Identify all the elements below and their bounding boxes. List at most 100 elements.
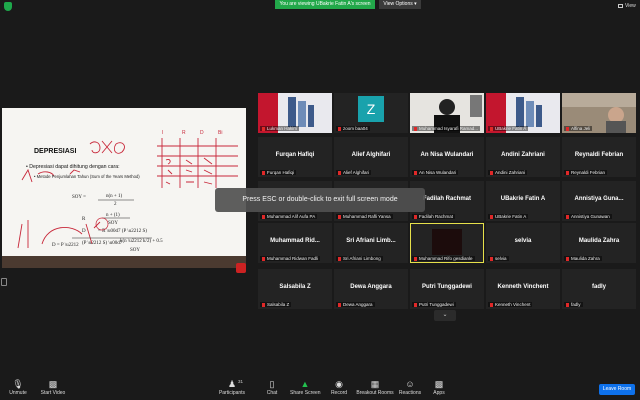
participant-tile[interactable]: Dewa Anggara Dewa Anggara [334,269,408,309]
participant-tile[interactable]: Muhammad Isyarafi Ramad... [410,93,484,133]
participant-tile[interactable]: Zzoom baa04 [334,93,408,133]
participant-tile[interactable]: UBakrie Fatin A UBakrie Fatin A [486,181,560,221]
unmute-button[interactable]: 🎙 Unmute [6,380,30,397]
participant-display-name: Kenneth Vinchent [497,284,549,290]
next-page-chevron-icon[interactable]: ⌄ [434,310,456,321]
participant-display-name: Furqan Hafiqi [275,152,315,158]
shared-screen[interactable]: SOY = n(n + 1) 2 R n + (1) SOY D = R \u0… [2,108,246,268]
chat-button[interactable]: ▯ Chat [262,379,282,397]
participant-tile[interactable]: Kenneth Vinchent Kenneth Vinchent [486,269,560,309]
participant-name-label: Muhammad Ridwan Fadli [260,256,321,261]
participant-tile[interactable]: selvia selvia [486,223,560,263]
participant-display-name: Alief Alghifari [351,152,391,158]
mic-muted-icon [566,126,569,131]
participant-name-text: selvia [495,256,507,261]
participant-tile[interactable]: Alief Alghifari Alief Alghifari [334,137,408,177]
participant-name-label: Dewa Anggara [336,302,375,307]
svg-text:(P \u2212 S) \u00d7: (P \u2212 S) \u00d7 [82,241,123,246]
participant-name-label: Putri Tunggadewi [412,302,456,307]
svg-text:D = P \u2212: D = P \u2212 [52,243,79,248]
participant-name-label: An Nisa Wulandari [412,170,459,175]
participant-tile[interactable]: Reynaldi Febrian Reynaldi Febrian [562,137,636,177]
participant-name-text: Muhammad Rifo gesdianle [419,256,473,261]
participant-name-text: Kenneth Vinchent [495,302,531,307]
start-video-button[interactable]: ▩ Start Video [36,379,70,397]
participant-display-name: Andini Zahriani [501,152,545,158]
side-panel-toggle[interactable] [1,278,7,286]
participant-name-text: Muhammad Ridwan Fadli [267,256,319,261]
mic-muted-icon [338,214,341,219]
participants-label: Participants [218,390,246,396]
participant-display-name: Reynaldi Febrian [574,152,624,158]
participant-name-label: Muhammad Rifo gesdianle [412,256,475,261]
svg-text:D: D [82,229,86,234]
participant-tile[interactable]: UBakrie Fatin A [486,93,560,133]
mic-muted-icon [338,170,341,175]
svg-text:k(n \u2212 k/2) + 0.5: k(n \u2212 k/2) + 0.5 [120,239,163,244]
apps-icon: ▩ [434,379,444,389]
view-options-button[interactable]: View Options ▾ [379,0,421,9]
reactions-button[interactable]: ☺ Reactions [398,380,422,397]
svg-text:n(n + 1): n(n + 1) [106,194,122,199]
participant-tile[interactable]: Alfina Jeli [562,93,636,133]
record-button[interactable]: ◉ Record [328,379,350,397]
participant-tile[interactable]: Putri Tunggadewi Putri Tunggadewi [410,269,484,309]
chat-icon: ▯ [269,379,275,389]
participant-name-label: Andini Zahriani [488,170,528,175]
security-shield-icon[interactable] [4,2,12,11]
participant-name-text: Furqan Hafiqi [267,170,295,175]
participant-display-name: Muhammad Rid... [270,238,320,244]
svg-text:SOY =: SOY = [72,195,86,200]
participant-name-text: Alfina Jeli [571,126,591,131]
breakout-rooms-button[interactable]: ▦ Breakout Rooms [356,380,394,397]
whiteboard-drawing: SOY = n(n + 1) 2 R n + (1) SOY D = R \u0… [2,108,246,268]
participant-display-name: fadly [591,284,606,290]
apps-button[interactable]: ▩ Apps [430,379,448,397]
participants-button[interactable]: ♟ 31 Participants [216,379,248,396]
participant-tile[interactable]: Annistiya Guna... Annistiya Gunawan [562,181,636,221]
participant-tile[interactable]: Muhammad Rid... Muhammad Ridwan Fadli [258,223,332,263]
record-label: Record [330,390,348,396]
participant-tile[interactable]: Furqan Hafiqi Furqan Hafiqi [258,137,332,177]
view-label: View [625,3,636,9]
slide-bullet-1: • Depresiasi dapat dihitung dengan cara: [26,164,120,170]
participant-tile[interactable]: Sri Afriani Limb... Sri Afriani Limbong [334,223,408,263]
participant-name-text: Muhammad Alif Aufa PA [267,214,316,219]
avatar: Z [358,96,384,122]
participant-tile[interactable]: Lukman Hakim [258,93,332,133]
participant-display-name: Sri Afriani Limb... [346,238,396,244]
share-screen-icon: ▲ [300,379,310,389]
slide-bullet-2: • Metode Penjumlahan Tahun (Sum of the Y… [34,174,140,179]
participant-tile[interactable]: fadly fadly [562,269,636,309]
participant-tile[interactable]: Salsabila Z Salsabila Z [258,269,332,309]
participant-name-text: Muhammad Rafli Yansa [343,214,391,219]
participant-name-label: selvia [488,256,509,261]
participant-name-text: zoom baa04 [343,126,368,131]
participant-name-text: Maulida Zahra [571,256,600,261]
participant-display-name: Dewa Anggara [350,284,392,290]
mic-muted-icon [338,126,341,131]
share-screen-button[interactable]: ▲ Share Screen [290,379,321,397]
annotation-button[interactable] [236,263,246,273]
participant-name-label: Alief Alghifari [336,170,372,175]
participant-tile[interactable]: An Nisa Wulandari An Nisa Wulandari [410,137,484,177]
participant-name-text: Fadilah Rachmat [419,214,454,219]
participant-tile[interactable]: Maulida Zahra Maulida Zahra [562,223,636,263]
view-button[interactable]: View [618,3,636,9]
video-off-icon: ▩ [48,379,58,389]
participant-tile[interactable]: Andini Zahriani Andini Zahriani [486,137,560,177]
participant-name-label: Maulida Zahra [564,256,602,261]
reactions-label: Reactions [398,390,422,396]
participant-name-text: Reynaldi Febrian [571,170,606,175]
participant-name-text: An Nisa Wulandari [419,170,457,175]
svg-text:Bi: Bi [218,130,222,136]
record-icon: ◉ [335,379,343,389]
mic-muted-icon [566,170,569,175]
participant-tile[interactable]: Muhammad Rifo gesdianle [410,223,484,263]
mic-muted-icon [262,126,265,131]
participants-icon: ♟ [227,379,237,389]
participant-name-text: Lukman Hakim [267,126,298,131]
mic-muted-icon [262,214,265,219]
leave-room-button[interactable]: Leave Room [599,384,635,395]
mic-muted-icon [414,302,417,307]
